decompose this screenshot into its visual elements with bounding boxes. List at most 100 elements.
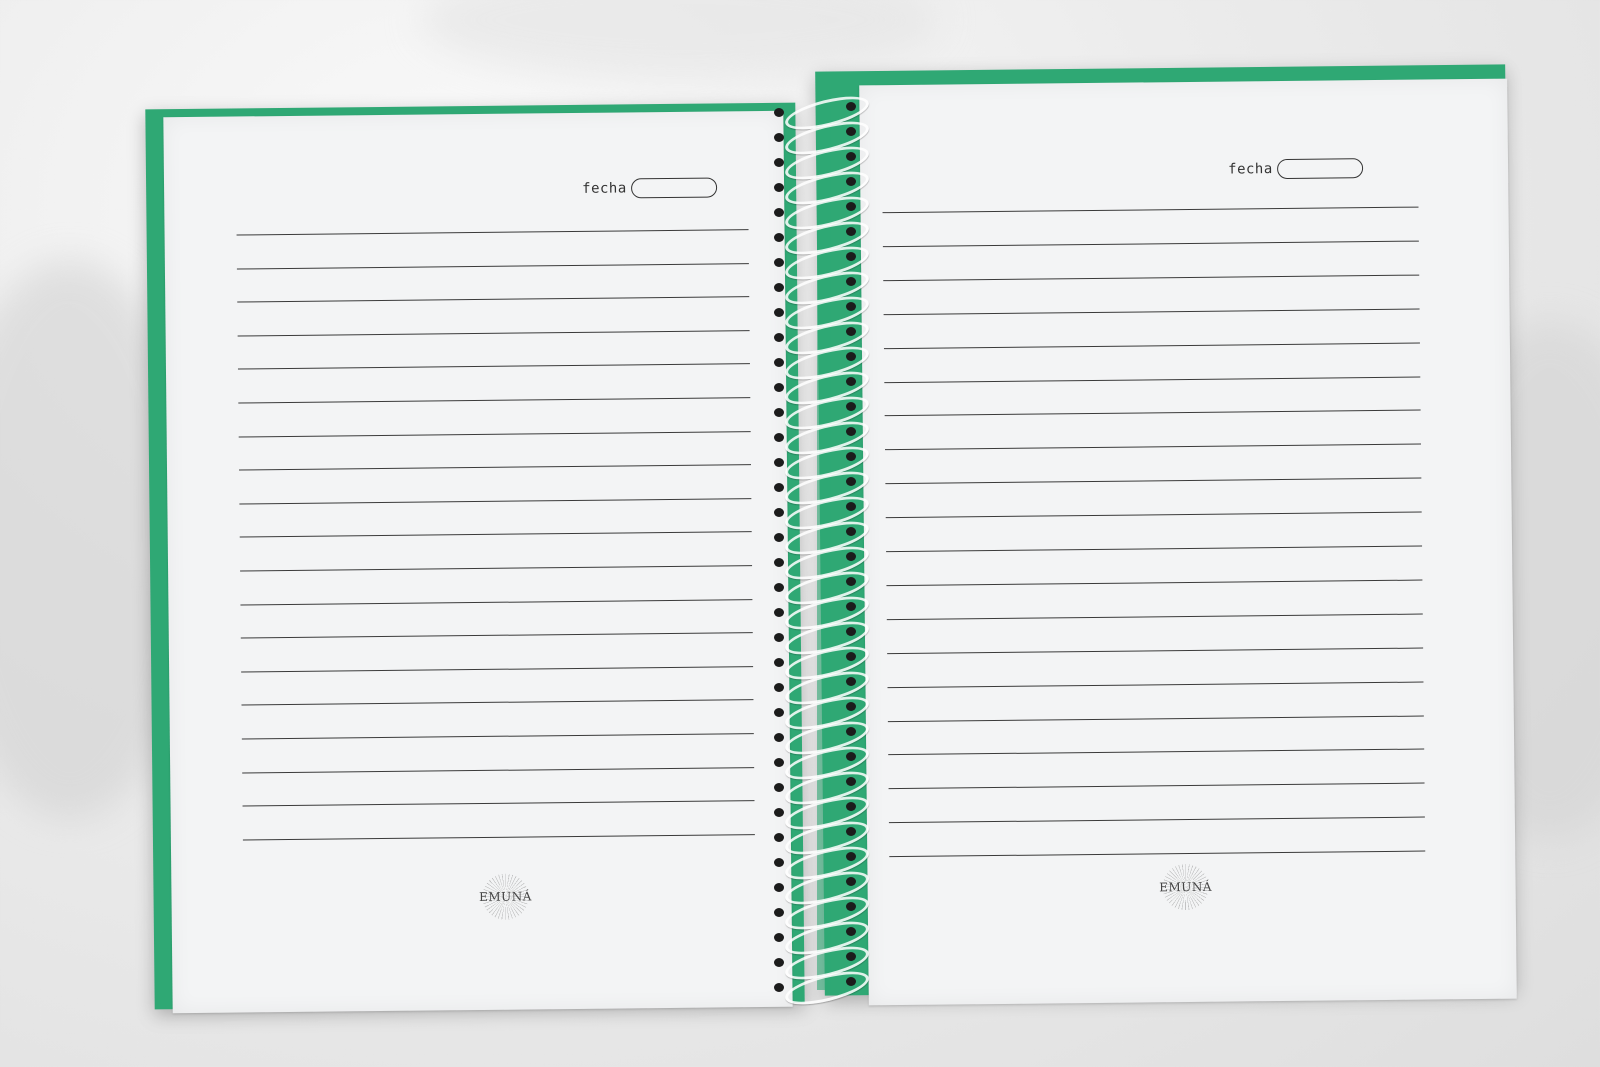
ruled-line [239,531,752,538]
punch-hole [774,583,784,592]
punch-hole [846,127,856,136]
punch-hole [846,427,856,436]
punch-hole [774,858,784,867]
ruled-line [240,565,753,572]
punch-hole [846,902,856,911]
brand-text: EMUNÁ [479,889,532,905]
ruled-line [242,833,755,841]
punch-hole [846,552,856,561]
ruled-line [236,229,749,236]
punch-hole [774,308,784,317]
punch-hole [774,233,784,242]
punch-hole [846,602,856,611]
punch-hole [846,502,856,511]
punch-hole [774,558,784,567]
ruled-line [239,464,752,471]
punch-hole [774,533,784,542]
punch-hole [774,908,784,917]
punch-hole [846,752,856,761]
ruled-line [887,715,1424,722]
ruled-line [883,274,1420,281]
punch-hole [846,277,856,286]
ruled-line [883,308,1420,315]
punch-hole [774,658,784,667]
punch-hole [846,852,856,861]
punch-hole [774,383,784,392]
punch-hole [846,627,856,636]
punch-hole [846,777,856,786]
punch-hole [774,108,784,117]
punch-hole [774,958,784,967]
punch-hole [846,527,856,536]
ruled-line [237,363,750,370]
punch-hole [846,452,856,461]
ruled-line [883,342,1420,349]
punch-hole [846,927,856,936]
brand-logo: EMUNÁ [1155,862,1216,913]
punch-hole [846,102,856,111]
punch-hole [846,402,856,411]
ruled-line [888,748,1425,756]
punch-hole [846,702,856,711]
ruled-line [886,613,1423,620]
ruled-line [884,376,1421,383]
punch-hole [846,227,856,236]
ruled-line [885,511,1422,519]
punch-hole [774,808,784,817]
punch-hole [774,483,784,492]
punch-hole [846,677,856,686]
punch-hole [774,133,784,142]
date-input-box[interactable] [1276,158,1363,180]
punch-hole [846,577,856,586]
punch-hole [774,208,784,217]
ruled-line [882,206,1419,214]
date-label: fecha [1228,161,1273,178]
ruled-line [242,766,755,774]
punch-hole [846,327,856,336]
punch-hole [846,202,856,211]
ruled-line [242,800,755,807]
punch-hole [774,733,784,742]
punch-hole [774,683,784,692]
punch-hole [846,877,856,886]
punch-hole [846,152,856,161]
ruled-line [889,850,1426,858]
brand-logo: EMUNÁ [475,871,536,922]
ruled-line [236,262,749,270]
punch-hole [846,727,856,736]
date-field: fecha [1228,158,1363,180]
spiral-binding [774,60,872,1020]
punch-hole [774,408,784,417]
ruled-line [887,681,1424,688]
punch-hole [774,333,784,342]
right-page: fecha EMUNÁ [859,78,1517,1006]
punch-hole [846,252,856,261]
punch-hole [774,458,784,467]
punch-hole [774,883,784,892]
punch-hole [846,377,856,386]
punch-hole [774,283,784,292]
punch-hole [774,258,784,267]
ruled-line [886,545,1423,553]
date-input-box[interactable] [630,177,717,199]
ruled-line [888,782,1425,790]
ruled-line [882,240,1419,248]
punch-hole [846,827,856,836]
ruled-line [888,816,1425,824]
ruled-line [886,579,1423,587]
ruled-line [240,632,753,639]
punch-hole [774,358,784,367]
ruled-line [238,430,751,438]
ruled-line [241,733,754,740]
ruled-line [238,397,751,404]
punch-hole [846,302,856,311]
punch-hole [846,977,856,986]
brand-text: EMUNÁ [1159,879,1213,895]
ruled-line [241,665,754,673]
ruled-line [237,296,750,303]
ruled-line [887,647,1424,654]
punch-hole [774,608,784,617]
punch-hole [774,833,784,842]
date-field: fecha [582,177,717,199]
date-label: fecha [582,180,627,197]
